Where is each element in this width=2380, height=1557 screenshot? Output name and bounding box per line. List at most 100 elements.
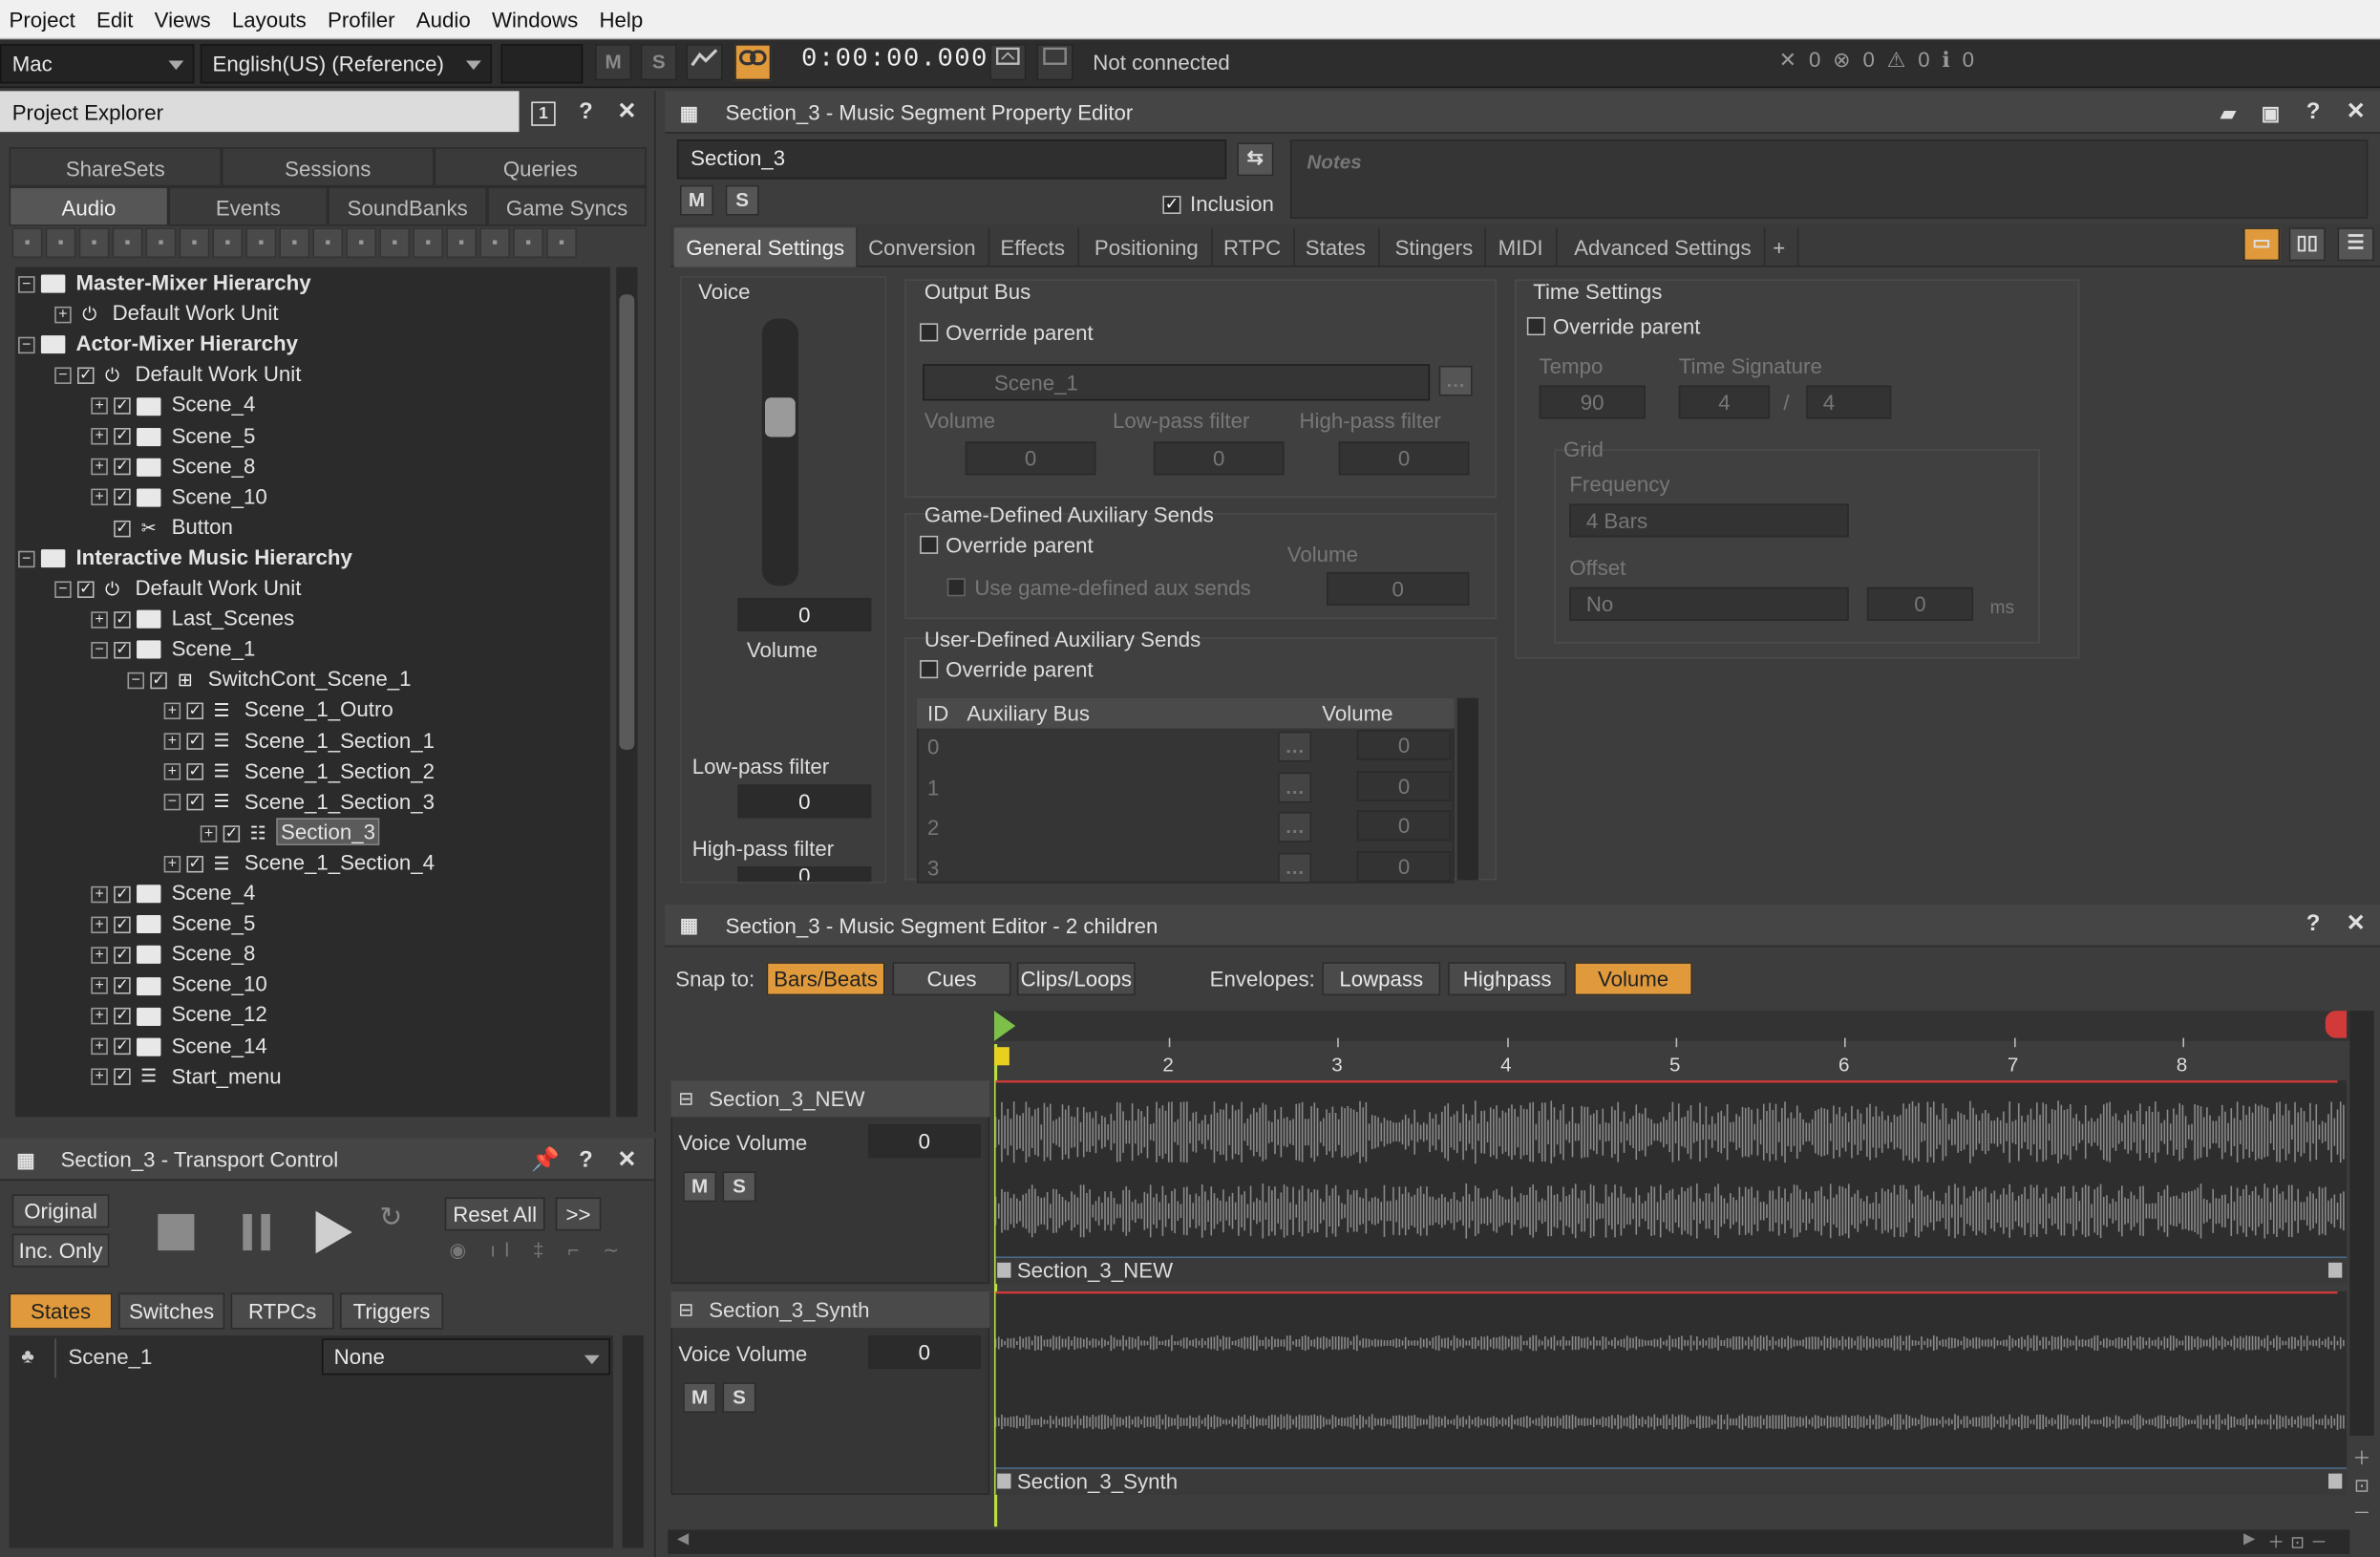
- menu-views[interactable]: Views: [155, 7, 211, 31]
- inclusion-checkbox[interactable]: ✓: [1162, 195, 1181, 215]
- aux-scrollbar[interactable]: [1456, 697, 1478, 881]
- browse-bus-button[interactable]: …: [1438, 365, 1473, 396]
- tab-queries[interactable]: Queries: [434, 147, 648, 187]
- menu-audio[interactable]: Audio: [416, 7, 471, 31]
- output-highpass-field[interactable]: 0: [1338, 441, 1470, 476]
- checkbox[interactable]: ✓: [114, 397, 131, 416]
- tree-node[interactable]: + ✓ Scene_10: [91, 480, 270, 511]
- toolbar-icon[interactable]: ▪: [145, 227, 177, 259]
- aux-row-volume[interactable]: 0: [1356, 730, 1452, 760]
- tree-node[interactable]: + ✓ Scene_10: [91, 969, 270, 999]
- tree-node[interactable]: − Interactive Music Hierarchy: [18, 542, 355, 572]
- toolbar-icon[interactable]: ▪: [379, 227, 411, 259]
- platform-select[interactable]: Mac: [0, 44, 195, 84]
- envelope-lowpass[interactable]: Lowpass: [1322, 962, 1441, 996]
- mute-button[interactable]: M: [680, 184, 713, 216]
- folder-open-icon[interactable]: ▰: [2216, 101, 2240, 125]
- playhead-marker[interactable]: [993, 1047, 1009, 1066]
- collapse-icon[interactable]: −: [54, 581, 72, 598]
- tab-game-syncs[interactable]: Game Syncs: [487, 186, 648, 226]
- menu-windows[interactable]: Windows: [492, 7, 578, 31]
- aux-browse-button[interactable]: …: [1278, 731, 1312, 762]
- track-volume-field[interactable]: 0: [868, 1335, 981, 1370]
- tempo-field[interactable]: 90: [1539, 385, 1646, 419]
- state-value-select[interactable]: None: [321, 1338, 610, 1376]
- tab-advanced-settings[interactable]: Advanced Settings: [1562, 227, 1765, 267]
- output-lowpass-field[interactable]: 0: [1153, 441, 1285, 476]
- expand-icon[interactable]: +: [91, 397, 108, 416]
- menu-project[interactable]: Project: [10, 7, 75, 31]
- tree-node[interactable]: + ✓ Scene_8: [91, 938, 258, 969]
- expand-icon[interactable]: +: [91, 611, 108, 629]
- waveform-area[interactable]: [995, 1290, 2348, 1468]
- loop-icon[interactable]: ↻: [379, 1202, 402, 1233]
- toolbar-icon[interactable]: ▪: [446, 227, 478, 259]
- tab-states[interactable]: States: [1293, 227, 1380, 267]
- expand-icon[interactable]: +: [200, 824, 218, 842]
- close-icon[interactable]: ✕: [2344, 911, 2368, 936]
- tab-states[interactable]: States: [9, 1292, 113, 1330]
- checkbox[interactable]: ✓: [114, 885, 131, 903]
- remote-connect-button[interactable]: [989, 44, 1027, 81]
- clip-handle-right[interactable]: [2327, 1262, 2343, 1278]
- object-name-field[interactable]: Section_3: [676, 139, 1227, 180]
- hzoom-icons[interactable]: ＋⊡－: [2267, 1529, 2333, 1553]
- entry-cue-marker[interactable]: [993, 1011, 1016, 1041]
- aux-browse-button[interactable]: …: [1278, 811, 1312, 842]
- time-signature-den[interactable]: 4: [1806, 385, 1892, 419]
- offset-select[interactable]: No: [1569, 587, 1849, 621]
- layout-single-icon[interactable]: ▭: [2242, 227, 2281, 262]
- checkbox[interactable]: ✓: [114, 916, 131, 933]
- track-volume-field[interactable]: 0: [868, 1124, 981, 1159]
- stop-icon[interactable]: [158, 1213, 195, 1251]
- close-icon[interactable]: ✕: [2344, 99, 2368, 124]
- zoom-icons[interactable]: ＋ ⊡ －: [2349, 1444, 2373, 1526]
- offset-ms-field[interactable]: 0: [1866, 587, 1974, 621]
- tab-effects[interactable]: Effects: [988, 227, 1079, 267]
- help-icon[interactable]: ?: [574, 1148, 598, 1173]
- envelope-highpass[interactable]: Highpass: [1448, 962, 1567, 996]
- voice-volume-field[interactable]: 0: [737, 597, 872, 631]
- toolbar-icon[interactable]: ▪: [11, 227, 43, 259]
- tree-node[interactable]: + ✓ ☰ Scene_1_Section_2: [163, 756, 438, 786]
- track-mute-button[interactable]: M: [683, 1382, 717, 1414]
- layout-rows-icon[interactable]: ☰: [2337, 227, 2374, 262]
- expand-icon[interactable]: +: [91, 1008, 108, 1025]
- tree-node[interactable]: − Master-Mixer Hierarchy: [18, 267, 314, 298]
- inc-only-button[interactable]: Inc. Only: [11, 1233, 110, 1268]
- tab-general-settings[interactable]: General Settings: [673, 227, 859, 267]
- snap-clips-loops[interactable]: Clips/Loops: [1016, 962, 1136, 996]
- checkbox[interactable]: ✓: [114, 1038, 131, 1056]
- toolbar-icon[interactable]: ▪: [45, 227, 76, 259]
- error-icon[interactable]: ⊗: [1833, 47, 1851, 73]
- pin-number-icon[interactable]: 1: [531, 101, 556, 126]
- output-override-checkbox[interactable]: [920, 323, 939, 342]
- profiler-graph-button[interactable]: [686, 44, 723, 81]
- checkbox[interactable]: ✓: [114, 459, 131, 476]
- tree-node[interactable]: + ✓ ☰ Scene_1_Section_4: [163, 846, 438, 877]
- save-icon[interactable]: ▣: [2259, 101, 2283, 125]
- checkbox[interactable]: ✓: [186, 733, 203, 751]
- checkbox[interactable]: ✓: [114, 641, 131, 659]
- aux-row-volume[interactable]: 0: [1356, 850, 1452, 882]
- collapse-icon[interactable]: −: [18, 275, 35, 293]
- collapse-icon[interactable]: −: [91, 641, 108, 659]
- checkbox[interactable]: ✓: [77, 581, 95, 598]
- track-solo-button[interactable]: S: [722, 1382, 756, 1414]
- clip-handle-right[interactable]: [2327, 1473, 2343, 1489]
- expand-icon[interactable]: +: [91, 885, 108, 903]
- expand-icon[interactable]: +: [163, 855, 181, 873]
- checkbox[interactable]: ✓: [114, 489, 131, 506]
- tree-node[interactable]: − ✓ ⏻ Default Work Unit: [54, 358, 304, 389]
- checkbox[interactable]: ✓: [114, 977, 131, 994]
- info-icon[interactable]: ℹ: [1942, 47, 1949, 73]
- toolbar-icon[interactable]: ▪: [245, 227, 277, 259]
- tree-node[interactable]: + ✓ ☰ Scene_1_Outro: [163, 694, 396, 725]
- toolbar-blank-field[interactable]: [500, 44, 584, 84]
- voice-highpass-field[interactable]: 0: [737, 866, 872, 883]
- menu-layouts[interactable]: Layouts: [232, 7, 307, 31]
- checkbox[interactable]: ✓: [186, 702, 203, 720]
- toolbar-icon[interactable]: ▪: [546, 227, 577, 259]
- global-solo-button[interactable]: S: [640, 44, 677, 81]
- tree-node[interactable]: − ✓ ☰ Scene_1_Section_3: [163, 785, 438, 816]
